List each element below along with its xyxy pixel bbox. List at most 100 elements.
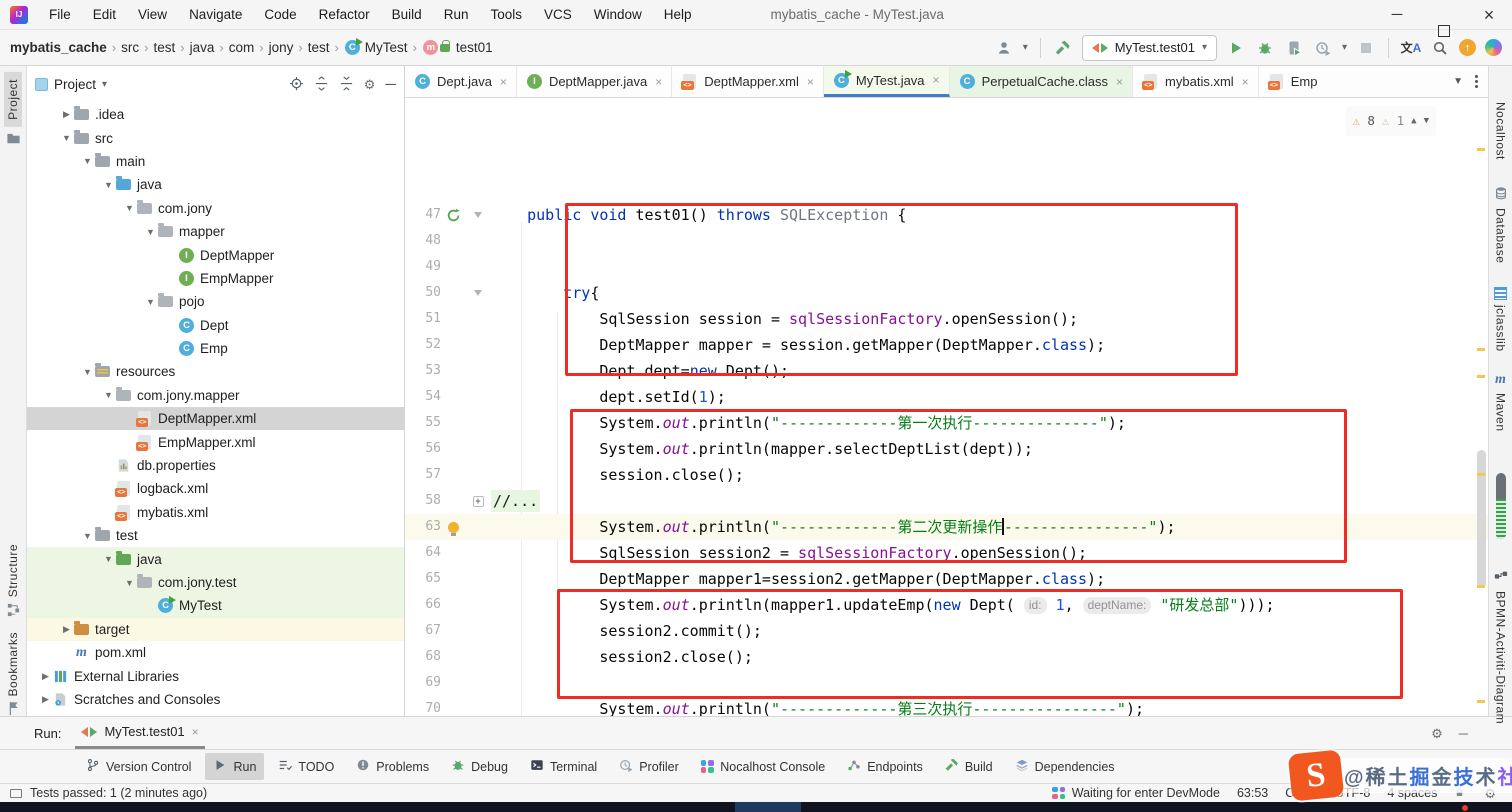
translate-icon[interactable]: 文A [1401,38,1422,58]
tree-item-com.jony.test[interactable]: ▼ com.jony.test [27,570,404,595]
warning-stripe-mark[interactable] [1477,585,1485,588]
code-line-67[interactable]: 67 session2.commit(); [405,618,1488,644]
code-line-64[interactable]: 64 SqlSession session2 = sqlSessionFacto… [405,540,1488,566]
editor-tab-DeptMapper.java[interactable]: I DeptMapper.java × [517,66,673,97]
close-icon[interactable]: × [655,75,662,89]
code-line-56[interactable]: 56 System.out.println(mapper.selectDeptL… [405,436,1488,462]
warning-stripe-mark[interactable] [1477,148,1485,151]
tree-item-logback.xml[interactable]: logback.xml [27,477,404,500]
tool-button-run[interactable]: Run [205,753,265,780]
tool-button-profiler[interactable]: Profiler [611,753,687,780]
editor-tab-MyTest.java[interactable]: C MyTest.java × [823,66,950,97]
update-icon[interactable]: ↑ [1459,39,1476,56]
tree-expand-icon[interactable]: ▶ [39,694,52,705]
tree-expand-icon[interactable]: ▼ [123,578,136,588]
intention-bulb-icon[interactable] [441,514,465,540]
tree-item-java[interactable]: ▼ java [27,547,404,571]
code-line-51[interactable]: 51 SqlSession session = sqlSessionFactor… [405,306,1488,332]
fold-collapse-icon[interactable] [465,202,491,228]
code-line-55[interactable]: 55 System.out.println("-------------第一次执… [405,410,1488,436]
tree-item-DeptMapper.xml[interactable]: DeptMapper.xml [27,407,404,431]
gear-icon[interactable]: ⚙ [364,78,376,91]
editor-tab-mybatis.xml[interactable]: mybatis.xml × [1133,66,1259,97]
taskbar-item[interactable] [735,802,801,812]
breadcrumb-item-test[interactable]: test [154,40,176,55]
tree-expand-icon[interactable]: ▼ [144,297,157,307]
next-warning-icon[interactable]: ▼ [1424,108,1429,134]
tool-button-todo[interactable]: TODO [270,753,342,780]
rerun-test-icon[interactable] [441,202,465,228]
tool-button-version-control[interactable]: Version Control [78,753,199,780]
hide-panel-icon[interactable]: ─ [1459,726,1468,741]
tree-expand-icon[interactable]: ▼ [81,531,94,541]
tool-stripe-jclasslib[interactable]: jclasslib [1494,287,1508,352]
devmode-status[interactable]: Waiting for enter DevMode [1052,786,1220,800]
tool-stripe-bookmarks[interactable]: Bookmarks [0,632,26,717]
menu-edit[interactable]: Edit [84,3,125,26]
tree-item-pom.xml[interactable]: m pom.xml [27,641,404,664]
tree-expand-icon[interactable]: ▼ [123,203,136,213]
tree-expand-icon[interactable]: ▼ [102,554,115,564]
locate-file-icon[interactable] [289,76,304,94]
tree-item-pojo[interactable]: ▼ pojo [27,290,404,313]
code-line-53[interactable]: 53 Dept dept=new Dept(); [405,358,1488,384]
tool-stripe-bpmn[interactable]: BPMN-Activiti-Diagram [1494,569,1508,724]
warning-stripe-mark[interactable] [1477,700,1485,703]
fold-expand-icon[interactable]: + [465,488,491,514]
code-line-50[interactable]: 50 try{ [405,280,1488,306]
code-line-49[interactable]: 49 [405,254,1488,280]
tool-button-problems[interactable]: Problems [348,753,437,780]
tree-item-External Libraries[interactable]: ▶ External Libraries [27,664,404,687]
code-line-65[interactable]: 65 DeptMapper mapper1=session2.getMapper… [405,566,1488,592]
breadcrumb-item-jony[interactable]: jony [269,40,294,55]
prev-warning-icon[interactable]: ▲ [1411,108,1416,134]
tool-button-nocalhost-console[interactable]: Nocalhost Console [693,755,833,779]
tool-stripe-project[interactable]: Project [0,72,26,147]
tree-expand-icon[interactable]: ▶ [60,624,73,635]
scrollbar-thumb[interactable] [1477,450,1486,588]
code-line-58[interactable]: 58 +//... [405,488,1488,514]
build-hammer-icon[interactable] [1053,38,1073,58]
breadcrumb-item-MyTest[interactable]: C MyTest [344,37,408,56]
menu-navigate[interactable]: Navigate [180,3,251,26]
menu-build[interactable]: Build [383,3,431,26]
menu-refactor[interactable]: Refactor [310,3,379,26]
close-icon[interactable]: × [192,725,199,739]
tree-item-MyTest[interactable]: C MyTest [27,594,404,618]
tool-button-debug[interactable]: Debug [443,753,516,780]
nocalhost-logo-icon[interactable] [1485,39,1502,56]
tree-expand-icon[interactable]: ▶ [39,671,52,682]
user-dropdown-icon[interactable]: ▾ [1023,42,1028,53]
menu-window[interactable]: Window [585,3,651,26]
run-button[interactable] [1226,38,1246,58]
editor-tab-Emp[interactable]: Emp [1259,66,1327,97]
breadcrumb-item-mybatis_cache[interactable]: mybatis_cache [10,40,107,55]
tool-button-build[interactable]: Build [937,753,1001,780]
tree-expand-icon[interactable]: ▶ [60,109,73,120]
tree-expand-icon[interactable]: ▼ [60,133,73,143]
tree-item-mybatis.xml[interactable]: mybatis.xml [27,501,404,524]
close-icon[interactable]: × [1242,75,1249,89]
menu-view[interactable]: View [129,3,176,26]
gear-icon[interactable]: ⚙ [1431,727,1443,740]
profiler-dropdown-icon[interactable]: ▾ [1342,42,1347,53]
tree-item-com.jony[interactable]: ▼ com.jony [27,197,404,220]
breadcrumb-item-test[interactable]: test [308,40,330,55]
tree-item-Emp[interactable]: C Emp [27,337,404,360]
tree-item-test[interactable]: ▼ test [27,524,404,547]
tree-expand-icon[interactable]: ▼ [102,180,115,190]
code-line-48[interactable]: 48 [405,228,1488,254]
fold-collapse-icon[interactable] [465,280,491,306]
tool-button-dependencies[interactable]: Dependencies [1007,753,1123,780]
menu-run[interactable]: Run [435,3,478,26]
tree-item-java[interactable]: ▼ java [27,173,404,196]
tool-button-endpoints[interactable]: Endpoints [839,753,931,780]
inspection-widget[interactable]: ⚠ 8 ⚠ 1 ▲ ▼ [1345,106,1436,136]
menu-help[interactable]: Help [655,3,701,26]
editor-scrollbar[interactable] [1474,98,1488,716]
tree-item-resources[interactable]: ▼ resources [27,360,404,383]
folder-icon[interactable] [5,131,22,147]
tabs-chevron-down-icon[interactable]: ▼ [1453,76,1463,87]
close-icon[interactable]: × [807,75,814,89]
tree-expand-icon[interactable]: ▼ [81,367,94,377]
